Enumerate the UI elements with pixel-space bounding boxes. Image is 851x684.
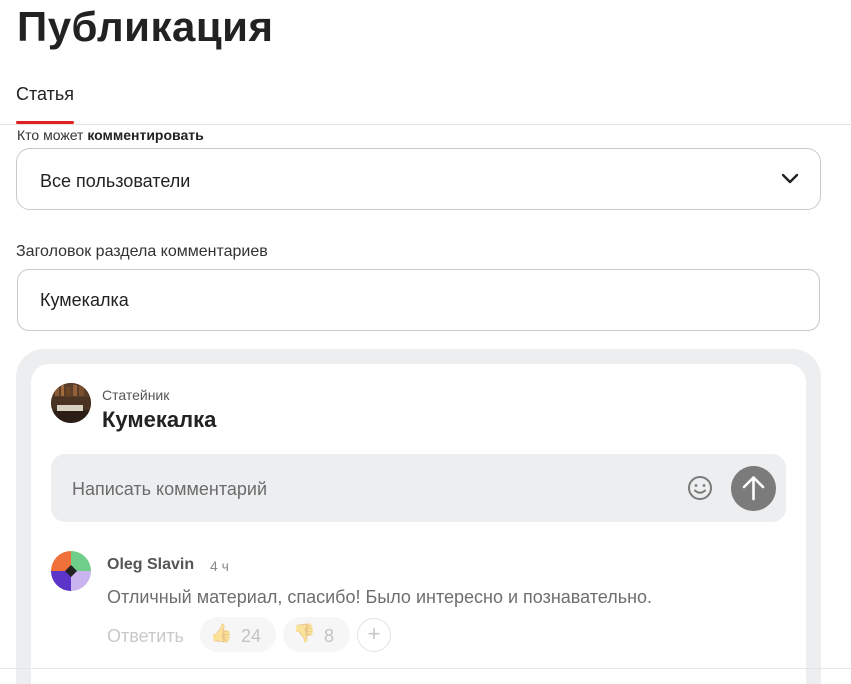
write-comment-input[interactable]: Написать комментарий (51, 454, 786, 522)
dislike-count: 8 (324, 626, 335, 646)
active-tab-indicator (16, 121, 74, 124)
smiley-icon[interactable] (687, 475, 713, 501)
source-avatar (51, 383, 91, 423)
send-button[interactable] (731, 466, 776, 511)
who-can-comment-label-prefix: Кто может (17, 127, 88, 143)
page: Публикация Статья Кто может комментирова… (0, 0, 851, 684)
comments-heading-label: Заголовок раздела комментариев (16, 243, 268, 260)
tab-bar: Статья (0, 76, 851, 125)
who-can-comment-select[interactable]: Все пользователи (16, 148, 821, 210)
reply-button[interactable]: Ответить (107, 626, 184, 647)
who-can-comment-value: Все пользователи (40, 171, 191, 191)
comment-author[interactable]: Oleg Slavin (107, 556, 194, 574)
comments-section-title: Кумекалка (102, 407, 217, 432)
who-can-comment-label-bold: комментировать (87, 127, 204, 143)
dislike-button[interactable]: 👎 8 (283, 617, 350, 652)
tab-article[interactable]: Статья (16, 84, 74, 105)
who-can-comment-label: Кто может комментировать (17, 127, 204, 143)
like-button[interactable]: 👍 24 (200, 617, 276, 652)
like-count: 24 (241, 626, 262, 646)
thumbs-up-icon: 👍 (210, 623, 233, 643)
chevron-down-icon (781, 173, 799, 184)
write-comment-placeholder: Написать комментарий (72, 479, 268, 499)
arrow-up-icon (742, 476, 765, 501)
avatar-pattern-icon (51, 551, 91, 591)
source-name: Статейник (102, 387, 170, 403)
comment-time: 4 ч (210, 558, 229, 574)
thumbs-down-icon: 👎 (293, 623, 316, 643)
comment-text: Отличный материал, спасибо! Было интерес… (107, 587, 653, 607)
user-avatar[interactable] (51, 551, 91, 591)
plus-icon: + (367, 621, 381, 646)
divider (0, 668, 851, 669)
comments-heading-input[interactable] (17, 269, 820, 331)
library-image-icon (51, 383, 91, 423)
add-reaction-button[interactable]: + (357, 618, 391, 652)
page-title: Публикация (17, 3, 274, 50)
